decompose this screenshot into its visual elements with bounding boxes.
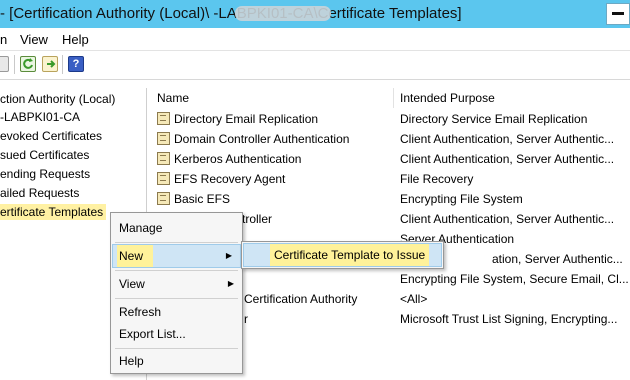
tree-item-pending[interactable]: ending Requests [0,166,90,182]
row-name: r [244,312,248,326]
list-row[interactable]: Basic EFS Encrypting File System [147,189,630,209]
menu-item-refresh[interactable]: Refresh [111,301,242,323]
certificate-template-icon [157,112,170,125]
redacted-text [235,6,331,21]
row-purpose: File Recovery [400,172,474,186]
menu-item-label: New [117,245,154,267]
row-purpose: Client Authentication, Server Authentic.… [400,152,615,166]
row-name: Directory Email Replication [174,112,319,126]
title-bar: - [Certification Authority (Local)\ -LAB… [0,0,630,28]
list-row[interactable]: Directory Email Replication Directory Se… [147,109,630,129]
toolbar-separator [14,55,15,74]
menu-item-help[interactable]: Help [111,350,242,372]
help-icon[interactable]: ? [68,56,84,72]
menu-item-label: View [119,277,145,291]
list-row[interactable]: Domain Controller Authentication Client … [147,129,630,149]
menu-separator [115,348,238,349]
menu-separator [115,242,238,243]
column-header-purpose[interactable]: Intended Purpose [400,88,495,108]
row-name: Basic EFS [174,192,231,206]
menu-help[interactable]: Help [62,32,89,47]
tree-item-ca[interactable]: -LABPKI01-CA [0,109,80,125]
row-purpose: <All> [400,292,428,306]
row-name: EFS Recovery Agent [174,172,286,186]
row-name: Kerberos Authentication [174,152,302,166]
menu-view[interactable]: View [20,32,48,47]
menu-item-label: Help [119,354,144,368]
back-icon[interactable] [0,56,9,72]
menu-item-label: Certificate Template to Issue [270,244,430,266]
row-purpose: Client Authentication, Server Authentic.… [400,212,615,226]
menu-item-manage[interactable]: Manage [111,217,242,239]
menu-item-label: Export List... [119,327,186,341]
certificate-template-icon [157,132,170,145]
toolbar: ? [0,51,630,80]
menu-item-view[interactable]: View ▶ [111,273,242,295]
row-purpose: Microsoft Trust List Signing, Encrypting… [400,312,618,326]
menu-item-new[interactable]: New ▶ [112,244,241,268]
toolbar-separator [62,55,63,74]
certificate-template-icon [157,172,170,185]
row-name: Certification Authority [244,292,358,306]
row-purpose: Client Authentication, Server Authentic.… [400,132,615,146]
menu-bar: n View Help [0,28,630,51]
menu-item-label: Refresh [119,305,162,319]
certificate-template-icon [157,192,170,205]
row-name: Domain Controller Authentication [174,132,350,146]
refresh-icon[interactable] [20,56,36,72]
submenu-arrow-icon: ▶ [227,279,234,288]
list-row[interactable]: EFS Recovery Agent File Recovery [147,169,630,189]
list-row[interactable]: Kerberos Authentication Client Authentic… [147,149,630,169]
row-purpose: Encrypting File System [400,192,523,206]
export-list-icon[interactable] [42,56,58,72]
tree-item-certificate-templates[interactable]: ertificate Templates [0,204,107,220]
submenu-arrow-icon: ▶ [225,251,232,260]
new-submenu: Certificate Template to Issue [241,241,444,269]
tree-item-issued[interactable]: sued Certificates [0,147,89,163]
row-name: troller [242,212,273,226]
row-purpose: Encrypting File System, Secure Email, Cl… [400,272,628,286]
certificate-template-icon [157,152,170,165]
menu-item-export-list[interactable]: Export List... [111,323,242,345]
menu-item-label: Manage [119,221,163,235]
minimize-button[interactable] [606,3,630,25]
menu-separator [115,298,238,299]
menu-separator [115,270,238,271]
row-purpose: ation, Server Authentic... [492,252,623,266]
menu-item-certificate-template-to-issue[interactable]: Certificate Template to Issue [243,243,442,267]
row-purpose: Directory Service Email Replication [400,112,588,126]
column-header-name[interactable]: Name [157,88,189,108]
tree-item-failed[interactable]: ailed Requests [0,185,79,201]
tree-item-ca-local[interactable]: ction Authority (Local) [0,91,115,107]
window-title: - [Certification Authority (Local)\ -LAB… [0,5,462,22]
tree-item-revoked[interactable]: evoked Certificates [0,128,102,144]
context-menu: Manage New ▶ View ▶ Refresh Export List.… [110,212,243,374]
column-separator[interactable] [393,88,394,108]
menu-action[interactable]: n [0,32,7,47]
